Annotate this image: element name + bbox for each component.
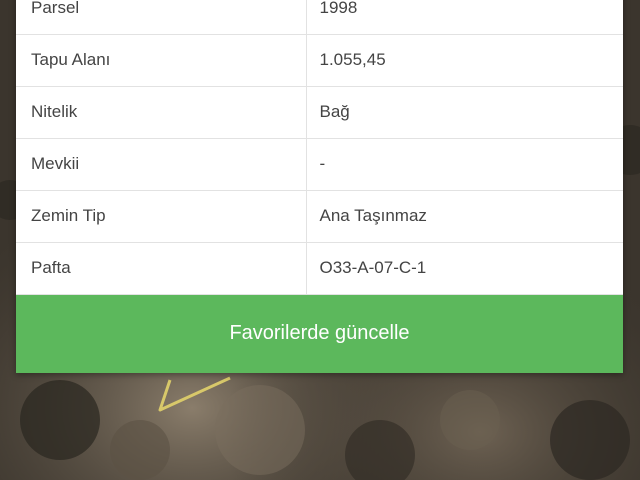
parcel-info-table: Parsel 1998 Tapu Alanı 1.055,45 Nitelik … xyxy=(16,0,623,295)
table-row: Zemin Tip Ana Taşınmaz xyxy=(16,190,623,243)
update-favorites-button[interactable]: Favorilerde güncelle xyxy=(16,294,623,373)
table-row: Pafta O33-A-07-C-1 xyxy=(16,242,623,295)
row-label-parsel: Parsel xyxy=(16,0,307,35)
table-row: Nitelik Bağ xyxy=(16,86,623,139)
table-row: Mevkii - xyxy=(16,138,623,191)
row-label-tapu-alani: Tapu Alanı xyxy=(16,34,307,87)
map-screen: Parsel 1998 Tapu Alanı 1.055,45 Nitelik … xyxy=(0,0,640,480)
parcel-info-panel: Parsel 1998 Tapu Alanı 1.055,45 Nitelik … xyxy=(16,0,623,373)
row-value-mevkii: - xyxy=(306,138,623,191)
row-label-pafta: Pafta xyxy=(16,242,307,295)
row-value-tapu-alani: 1.055,45 xyxy=(306,34,623,87)
row-value-pafta: O33-A-07-C-1 xyxy=(306,242,623,295)
row-value-parsel: 1998 xyxy=(306,0,623,35)
table-row: Parsel 1998 xyxy=(16,0,623,35)
row-label-zemin-tip: Zemin Tip xyxy=(16,190,307,243)
row-label-mevkii: Mevkii xyxy=(16,138,307,191)
row-value-zemin-tip: Ana Taşınmaz xyxy=(306,190,623,243)
row-label-nitelik: Nitelik xyxy=(16,86,307,139)
table-row: Tapu Alanı 1.055,45 xyxy=(16,34,623,87)
row-value-nitelik: Bağ xyxy=(306,86,623,139)
